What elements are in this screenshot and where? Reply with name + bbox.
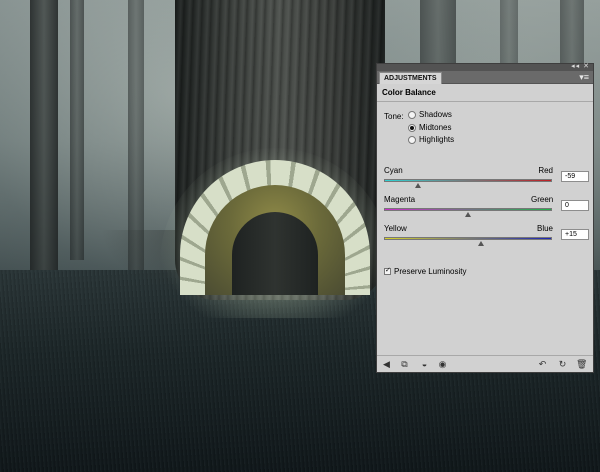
radio-label: Shadows [419, 110, 452, 119]
background-tree [70, 0, 84, 260]
radio-button[interactable] [408, 110, 416, 119]
return-to-list-icon[interactable]: ◀ [381, 359, 392, 370]
tab-adjustments[interactable]: ADJUSTMENTS [379, 72, 442, 84]
cyan-red-value-field[interactable]: -59 [561, 171, 589, 182]
expand-view-icon[interactable]: ⧉ [399, 359, 410, 370]
arch-doorway [232, 212, 318, 295]
magenta-green-slider-track[interactable] [384, 208, 552, 211]
magenta-green-slider-row: Magenta Green 0 [384, 195, 590, 225]
cyan-red-slider-track[interactable] [384, 179, 552, 182]
radio-button[interactable] [408, 123, 416, 132]
tone-radio-highlights[interactable]: Highlights [408, 135, 454, 144]
adjustments-panel: ◂◂ ✕ ADJUSTMENTS ▾≡ Color Balance Tone: … [376, 63, 594, 373]
radio-button[interactable] [408, 135, 416, 144]
magenta-green-value-field[interactable]: 0 [561, 200, 589, 211]
radio-label: Midtones [419, 123, 452, 132]
preserve-luminosity-checkbox[interactable]: Preserve Luminosity [384, 266, 467, 276]
panel-collapse-close-controls[interactable]: ◂◂ ✕ [571, 62, 590, 70]
panel-menu-icon[interactable]: ▾≡ [579, 71, 589, 83]
yellow-blue-slider-track[interactable] [384, 237, 552, 240]
adjustment-title: Color Balance [382, 88, 436, 97]
panel-top-strip: ◂◂ ✕ [377, 62, 593, 71]
slider-left-label: Yellow [384, 224, 407, 233]
yellow-blue-value-field[interactable]: +15 [561, 229, 589, 240]
panel-footer: ◀ ⧉ ◒ ◉ ↶ ↻ 🗑 [377, 355, 593, 373]
panel-tab-row: ADJUSTMENTS ▾≡ [377, 71, 593, 84]
magenta-green-slider-thumb[interactable] [465, 212, 471, 217]
slider-left-label: Cyan [384, 166, 403, 175]
clip-to-layer-icon[interactable]: ◒ [419, 359, 430, 370]
slider-right-label: Red [538, 166, 553, 175]
yellow-blue-slider-thumb[interactable] [477, 241, 484, 246]
checkbox[interactable] [384, 266, 391, 275]
cyan-red-slider-thumb[interactable] [415, 183, 422, 188]
cyan-red-slider-row: Cyan Red -59 [384, 166, 590, 196]
delete-icon[interactable]: 🗑 [576, 359, 587, 370]
radio-label: Highlights [419, 135, 455, 144]
reset-icon[interactable]: ↻ [557, 359, 568, 370]
slider-right-label: Green [531, 195, 554, 204]
yellow-blue-slider-row: Yellow Blue +15 [384, 224, 590, 254]
slider-right-label: Blue [536, 224, 553, 233]
divider [377, 101, 593, 102]
tone-radio-shadows[interactable]: Shadows [408, 110, 452, 119]
checkbox-label: Preserve Luminosity [394, 267, 467, 276]
visibility-icon[interactable]: ◉ [437, 359, 448, 370]
background-tree [30, 0, 58, 300]
slider-left-label: Magenta [384, 195, 416, 204]
tone-radio-midtones[interactable]: Midtones [408, 123, 451, 132]
tone-label: Tone: [384, 112, 404, 121]
previous-state-icon[interactable]: ↶ [537, 359, 548, 370]
